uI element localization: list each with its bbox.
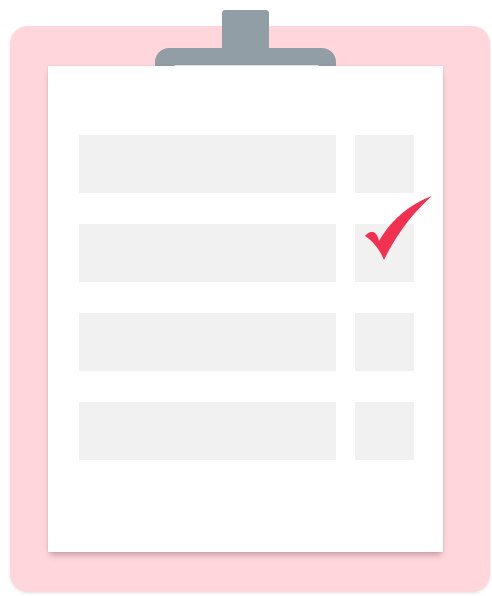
checkmark-icon [365,196,432,260]
checklist-item-line [79,402,336,460]
checklist-item-line [79,135,336,193]
clipboard-checklist-illustration [0,0,492,596]
checklist-item-box [355,402,414,460]
checkmark-shape [365,196,432,260]
checklist-item-box [355,313,414,371]
checklist-item-box [355,135,414,193]
checklist-item-line [79,224,336,282]
checklist-paper [48,66,443,552]
checklist-item-line [79,313,336,371]
